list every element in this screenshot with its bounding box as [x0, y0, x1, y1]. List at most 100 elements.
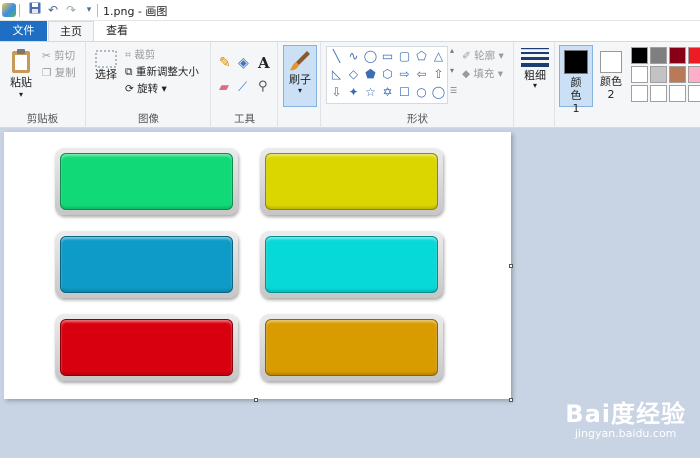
resize-icon: ⧉ [125, 66, 133, 78]
shape-tool-icon[interactable]: ∿ [346, 50, 361, 63]
shape-tool-icon[interactable]: ▭ [380, 50, 395, 63]
cyan-button [260, 231, 443, 298]
fill-icon: ◆ [462, 68, 471, 80]
rotate-label: 旋转 [137, 83, 159, 95]
shape-tool-icon[interactable]: ◺ [329, 68, 344, 81]
cut-label: 剪切 [54, 50, 76, 62]
shapes-gallery: ╲ ∿ ◯ ▭ ▢ ⬠ △ ◺ ◇ ⬟ ⬡ ⇨ ⇦ ⇧ ⇩ ✦ ☆ ✡ ☐ ○ ◯ [326, 46, 448, 104]
palette-color-swatch[interactable] [650, 66, 667, 83]
shape-tool-icon[interactable]: ⬠ [414, 50, 429, 63]
palette-color-swatch[interactable] [688, 47, 700, 64]
button-face [265, 236, 438, 293]
save-icon[interactable] [27, 2, 43, 18]
brushes-button[interactable]: 刷子 ▾ [283, 45, 317, 107]
palette-color-swatch[interactable] [669, 85, 686, 102]
paint-app-icon[interactable] [2, 3, 16, 17]
gallery-scroll-down-icon[interactable]: ▾ [450, 66, 454, 75]
shape-tool-icon[interactable]: △ [431, 50, 446, 63]
button-face [60, 319, 233, 376]
size-group: 粗细 ▾ [515, 42, 555, 128]
magnifier-icon[interactable]: ⚲ [258, 79, 268, 94]
palette-color-swatch[interactable] [650, 85, 667, 102]
resize-handle-bottom[interactable] [254, 398, 258, 402]
button-face [265, 153, 438, 210]
palette-color-swatch[interactable] [688, 85, 700, 102]
select-button[interactable]: 选择 [93, 50, 119, 81]
resize-handle-right[interactable] [509, 264, 513, 268]
shape-tool-icon[interactable]: ☆ [363, 86, 378, 99]
color1-button[interactable]: 颜色1 [559, 45, 593, 115]
green-button [55, 148, 238, 215]
tab-view[interactable]: 查看 [96, 21, 138, 41]
outline-icon: ✐ [462, 50, 471, 62]
resize-button[interactable]: ⧉ 重新调整大小 [125, 64, 199, 79]
rotate-button[interactable]: ⟳ 旋转 ▾ [125, 81, 167, 96]
resize-handle-corner[interactable] [509, 398, 513, 402]
shape-tool-icon[interactable]: ○ [414, 86, 429, 99]
redo-icon[interactable]: ↷ [63, 2, 79, 18]
size-button[interactable]: 粗细 ▾ [519, 47, 551, 90]
shape-tool-icon[interactable]: ⇨ [397, 68, 412, 81]
button-face [60, 153, 233, 210]
shape-tool-icon[interactable]: ⇦ [414, 68, 429, 81]
copy-button[interactable]: ❐ 复制 [42, 65, 76, 80]
palette-color-swatch[interactable] [650, 47, 667, 64]
shape-tool-icon[interactable]: ◯ [431, 86, 446, 99]
window-title: 1.png - 画图 [103, 5, 168, 18]
red-button [55, 314, 238, 381]
image-group: 选择 ⌗ 裁剪 ⧉ 重新调整大小 ⟳ 旋转 ▾ 图像 [87, 42, 211, 128]
fill-button[interactable]: ◆ 填充 ▾ [462, 66, 503, 81]
shape-tool-icon[interactable]: ☐ [397, 86, 412, 99]
clipboard-group: 粘贴 ▾ ✂ 剪切 ❐ 复制 剪贴板 [0, 42, 86, 128]
shape-tool-icon[interactable]: ⇩ [329, 86, 344, 99]
cut-button[interactable]: ✂ 剪切 [42, 48, 75, 63]
rotate-icon: ⟳ [125, 83, 134, 95]
palette-color-swatch[interactable] [688, 66, 700, 83]
outline-label: 轮廓 [474, 50, 496, 62]
chevron-down-icon: ▾ [297, 86, 302, 95]
shape-tool-icon[interactable]: ╲ [329, 50, 344, 63]
palette-color-swatch[interactable] [669, 66, 686, 83]
tab-home[interactable]: 主页 [48, 21, 94, 42]
palette-color-swatch[interactable] [631, 66, 648, 83]
shape-tool-icon[interactable]: ▢ [397, 50, 412, 63]
tab-file[interactable]: 文件 [0, 21, 47, 41]
outline-button[interactable]: ✐ 轮廓 ▾ [462, 48, 504, 63]
color1-label: 颜色1 [570, 76, 582, 115]
shape-tool-icon[interactable]: ◯ [363, 50, 378, 63]
color2-button[interactable]: 颜色2 [596, 45, 626, 107]
palette-color-swatch[interactable] [631, 47, 648, 64]
shape-tool-icon[interactable]: ✦ [346, 86, 361, 99]
shape-tool-icon[interactable]: ◇ [346, 68, 361, 81]
drawing-canvas[interactable] [4, 132, 511, 399]
crop-label: 裁剪 [134, 49, 156, 61]
undo-icon[interactable]: ↶ [45, 2, 61, 18]
gallery-expand-icon[interactable]: ☰ [450, 86, 457, 95]
text-icon[interactable]: A [258, 54, 270, 72]
palette-color-swatch[interactable] [631, 85, 648, 102]
watermark-logo: Bai度经验 [565, 400, 686, 428]
shape-tool-icon[interactable]: ⬟ [363, 68, 378, 81]
customize-dropdown-icon[interactable]: ▾ [81, 2, 97, 18]
blue-button [55, 231, 238, 298]
ribbon-tabs: 文件 主页 查看 [0, 21, 700, 42]
shape-tool-icon[interactable]: ⇧ [431, 68, 446, 81]
fill-bucket-icon[interactable]: ◈ [238, 55, 249, 71]
shape-tool-icon[interactable]: ✡ [380, 86, 395, 99]
crop-button[interactable]: ⌗ 裁剪 [125, 47, 155, 62]
paste-button[interactable]: 粘贴 ▾ [6, 48, 36, 99]
gallery-scroll-up-icon[interactable]: ▴ [450, 46, 454, 55]
select-rectangle-icon [95, 50, 117, 68]
tools-group-label: 工具 [234, 113, 255, 125]
divider [19, 4, 20, 17]
eraser-icon[interactable]: ▰ [219, 80, 229, 95]
title-bar: ↶ ↷ ▾ 1.png - 画图 [0, 0, 700, 21]
pencil-icon[interactable]: ✎ [219, 55, 231, 71]
shapes-group-label: 形状 [407, 113, 428, 125]
brushes-group: 刷子 ▾ [279, 42, 321, 128]
shape-tool-icon[interactable]: ⬡ [380, 68, 395, 81]
color2-label: 颜色2 [600, 75, 622, 101]
color-picker-icon[interactable]: ⟋ [238, 80, 247, 95]
color1-swatch [564, 50, 588, 74]
palette-color-swatch[interactable] [669, 47, 686, 64]
